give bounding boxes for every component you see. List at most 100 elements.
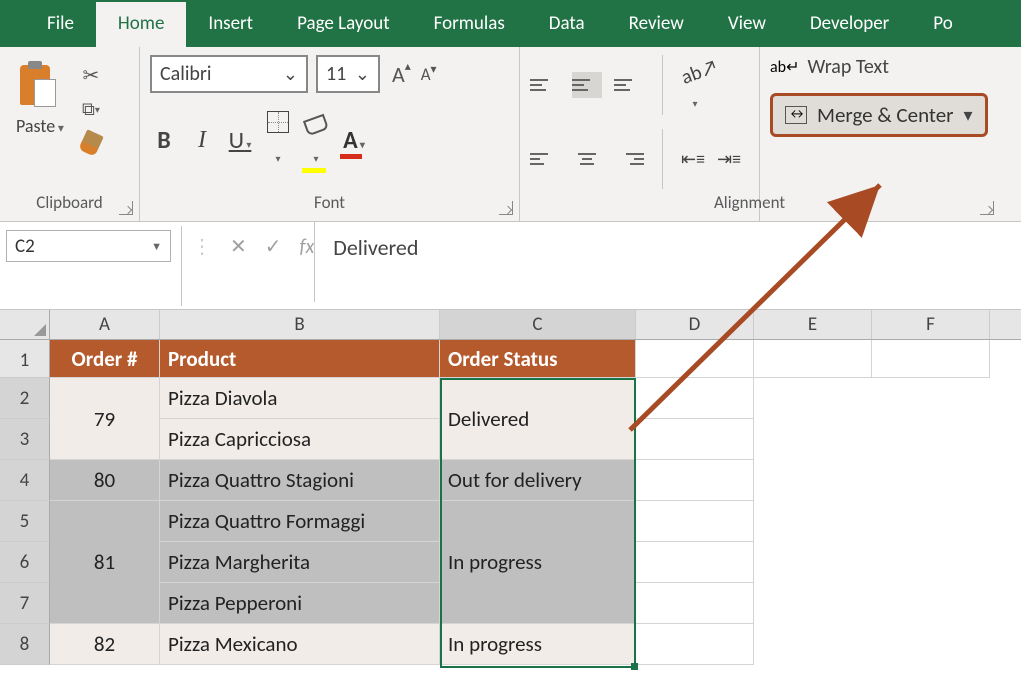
borders-button[interactable] <box>264 111 292 169</box>
formula-bar: C2▼ ⋮ ✕ ✓ fx Delivered <box>0 222 1021 310</box>
cell[interactable]: Order Status <box>440 340 636 378</box>
underline-button[interactable]: U <box>226 126 254 155</box>
cell[interactable] <box>636 340 754 378</box>
copy-button[interactable]: ⧉ <box>76 95 106 123</box>
tab-file[interactable]: File <box>25 2 96 47</box>
tab-formulas[interactable]: Formulas <box>412 2 527 47</box>
paste-icon <box>18 59 62 111</box>
cell[interactable]: Pizza Quattro Formaggi <box>160 501 440 542</box>
row-header[interactable]: 2 <box>0 378 50 419</box>
bold-button[interactable]: B <box>150 126 178 155</box>
cell[interactable] <box>636 624 754 665</box>
cell[interactable]: Product <box>160 340 440 378</box>
cut-button[interactable]: ✂ <box>76 61 106 89</box>
cell[interactable]: In progress <box>440 624 636 665</box>
col-header-E[interactable]: E <box>754 310 872 339</box>
cell[interactable]: Pizza Capricciosa <box>160 419 440 460</box>
copy-icon: ⧉ <box>82 98 95 120</box>
row-header[interactable]: 4 <box>0 460 50 501</box>
fill-color-button[interactable] <box>302 111 330 169</box>
align-middle-button[interactable] <box>572 72 602 98</box>
cell[interactable]: Pizza Mexicano <box>160 624 440 665</box>
align-left-button[interactable] <box>530 146 560 172</box>
cell[interactable] <box>636 460 754 501</box>
row-header[interactable]: 6 <box>0 542 50 583</box>
orientation-button[interactable]: ab↗ <box>681 56 709 114</box>
brush-icon <box>78 129 104 157</box>
cell[interactable]: Order # <box>50 340 160 378</box>
cell[interactable]: Pizza Quattro Stagioni <box>160 460 440 501</box>
decrease-font-button[interactable]: A▾ <box>417 62 435 87</box>
row-header[interactable]: 7 <box>0 583 50 624</box>
decrease-indent-button[interactable]: ⇤≡ <box>681 148 705 170</box>
cell[interactable]: 80 <box>50 460 160 501</box>
align-center-button[interactable] <box>572 146 602 172</box>
group-label-font: Font <box>150 192 509 217</box>
tab-developer[interactable]: Developer <box>788 2 911 47</box>
row-header[interactable]: 1 <box>0 340 50 378</box>
font-color-button[interactable]: A <box>340 126 368 155</box>
chevron-down-icon: ⌄ <box>355 63 370 85</box>
tab-data[interactable]: Data <box>527 2 607 47</box>
cell[interactable]: Pizza Pepperoni <box>160 583 440 624</box>
group-label-clipboard: Clipboard <box>10 192 129 217</box>
cell[interactable] <box>636 378 754 419</box>
cell[interactable] <box>754 340 872 378</box>
paste-button[interactable]: Paste <box>10 55 70 141</box>
enter-formula-button[interactable]: ✓ <box>265 234 282 259</box>
bucket-icon <box>303 114 329 137</box>
cell[interactable]: Pizza Margherita <box>160 542 440 583</box>
wrap-icon: ab↵ <box>770 57 799 77</box>
merge-center-button[interactable]: Merge & Center ▾ <box>770 93 988 137</box>
format-painter-button[interactable] <box>76 129 106 157</box>
align-top-button[interactable] <box>530 72 560 98</box>
increase-font-button[interactable]: A▴ <box>388 59 409 90</box>
cell[interactable]: Pizza Diavola <box>160 378 440 419</box>
col-header-B[interactable]: B <box>160 310 440 339</box>
tab-home[interactable]: Home <box>96 2 187 47</box>
tab-more[interactable]: Po <box>911 2 974 47</box>
border-icon <box>267 111 289 133</box>
tab-review[interactable]: Review <box>607 2 706 47</box>
name-box[interactable]: C2▼ <box>6 230 171 262</box>
cell[interactable]: 82 <box>50 624 160 665</box>
row-header[interactable]: 8 <box>0 624 50 665</box>
font-size-select[interactable]: 11⌄ <box>316 55 380 93</box>
increase-indent-button[interactable]: ⇥≡ <box>717 148 741 170</box>
clipboard-dialog-launcher[interactable] <box>119 201 133 215</box>
tab-view[interactable]: View <box>706 2 788 47</box>
italic-button[interactable]: I <box>188 127 216 154</box>
font-name-select[interactable]: Calibri⌄ <box>150 55 308 93</box>
orientation-icon: ab↗ <box>678 54 722 89</box>
align-right-button[interactable] <box>614 146 644 172</box>
cell[interactable]: In progress <box>440 501 636 624</box>
alignment-dialog-launcher[interactable] <box>980 201 994 215</box>
row-header[interactable]: 3 <box>0 419 50 460</box>
cell[interactable]: 79 <box>50 378 160 460</box>
cell[interactable] <box>636 501 754 542</box>
tab-insert[interactable]: Insert <box>186 2 275 47</box>
insert-function-button[interactable]: fx <box>300 235 315 259</box>
merge-label: Merge & Center <box>817 102 953 128</box>
align-bottom-button[interactable] <box>614 72 644 98</box>
cell[interactable]: Out for delivery <box>440 460 636 501</box>
merge-icon <box>785 106 807 124</box>
tab-page-layout[interactable]: Page Layout <box>275 2 412 47</box>
col-header-F[interactable]: F <box>872 310 990 339</box>
select-all-corner[interactable] <box>0 310 50 339</box>
cell[interactable]: Delivered <box>440 378 636 460</box>
wrap-text-button[interactable]: ab↵ Wrap Text <box>770 55 889 79</box>
cell[interactable] <box>636 419 754 460</box>
chevron-down-icon: ▾ <box>963 104 972 126</box>
cancel-formula-button[interactable]: ✕ <box>230 234 247 259</box>
row-header[interactable]: 5 <box>0 501 50 542</box>
formula-input[interactable]: Delivered <box>314 222 1021 302</box>
font-dialog-launcher[interactable] <box>499 201 513 215</box>
col-header-C[interactable]: C <box>440 310 636 339</box>
cell[interactable] <box>636 542 754 583</box>
col-header-D[interactable]: D <box>636 310 754 339</box>
col-header-A[interactable]: A <box>50 310 160 339</box>
cell[interactable] <box>872 340 990 378</box>
cell[interactable] <box>636 583 754 624</box>
cell[interactable]: 81 <box>50 501 160 624</box>
